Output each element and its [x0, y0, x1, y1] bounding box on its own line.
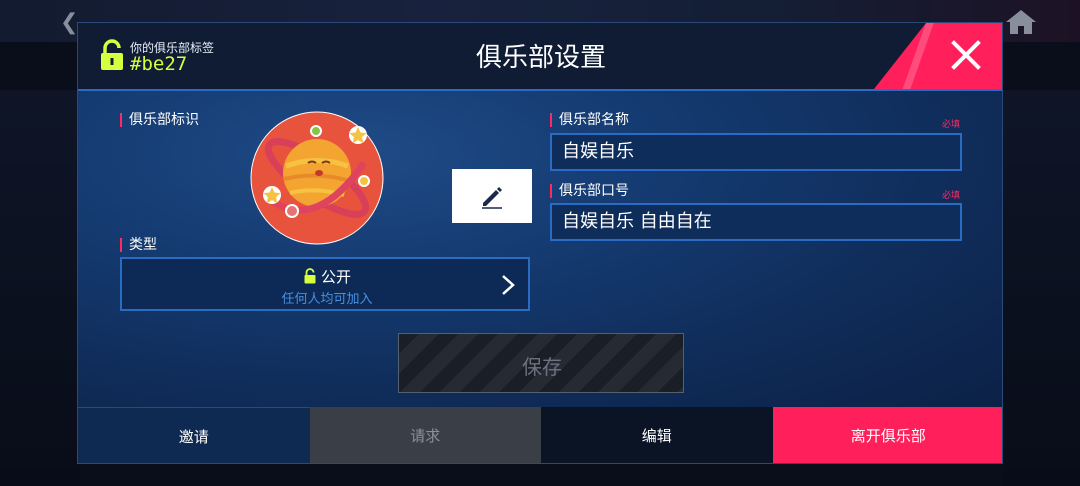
dialog-header: 你的俱乐部标签 #be27 俱乐部设置 [78, 23, 1002, 91]
bottom-tab-bar: 邀请 请求 编辑 离开俱乐部 [78, 407, 1002, 463]
tab-requests[interactable]: 请求 [309, 407, 541, 463]
type-section-label: 类型 [120, 238, 157, 252]
close-icon [951, 40, 981, 70]
club-type-select[interactable]: 公开 任何人均可加入 [120, 257, 530, 311]
club-name-required: 必填 [942, 120, 961, 130]
edit-emblem-button[interactable] [452, 169, 532, 223]
close-button-background [874, 23, 1002, 89]
club-name-input[interactable]: 自娱自乐 [550, 133, 962, 171]
club-motto-required: 必填 [942, 191, 961, 201]
pencil-icon [482, 187, 502, 209]
dialog-body: 俱乐部标识 类型 公开 任何人均可加入 俱乐部名称 必填 自娱自乐 俱乐部口号 … [78, 91, 1002, 407]
club-motto-label: 俱乐部口号 [550, 184, 629, 198]
chevron-right-icon [502, 275, 515, 295]
dialog-title: 俱乐部设置 [475, 43, 606, 73]
planet-emblem-icon[interactable] [250, 111, 384, 245]
club-type-description: 任何人均可加入 [281, 292, 373, 307]
leave-club-button[interactable]: 离开俱乐部 [772, 407, 1002, 463]
lock-icon [304, 268, 316, 284]
close-button[interactable] [874, 23, 1002, 89]
save-button-label: 保存 [522, 355, 562, 379]
club-name-label: 俱乐部名称 [550, 113, 629, 127]
tab-invite[interactable]: 邀请 [78, 407, 310, 463]
club-motto-input[interactable]: 自娱自乐 自由自在 [550, 203, 962, 241]
club-type-value-row: 公开 [122, 266, 532, 287]
emblem-section-label: 俱乐部标识 [120, 113, 199, 127]
club-settings-dialog: 你的俱乐部标签 #be27 俱乐部设置 俱乐部标识 类型 公开 任何人均可加入 … [77, 22, 1003, 464]
club-type-value: 公开 [320, 268, 351, 286]
save-button[interactable]: 保存 [398, 333, 684, 393]
tab-edit[interactable]: 编辑 [541, 407, 773, 463]
